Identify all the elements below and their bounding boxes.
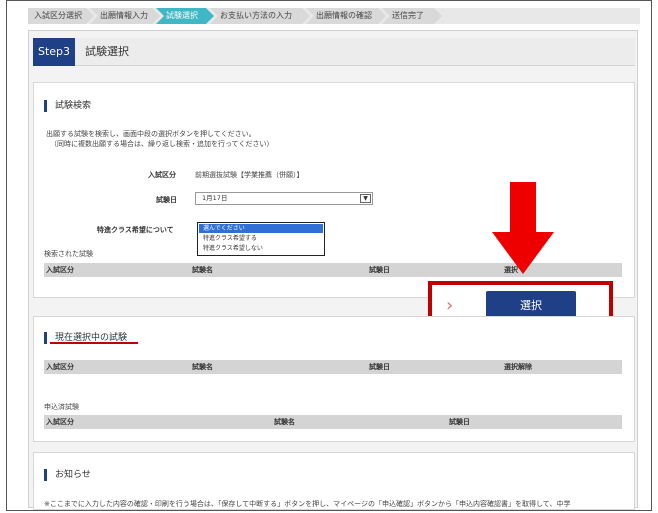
col-exam-name: 試験名 [192, 266, 213, 274]
col-exam-date: 試験日 [449, 418, 470, 426]
special-option-placeholder[interactable]: 選んでください [199, 224, 323, 233]
step-confirm: 出願情報の確認 [306, 8, 386, 24]
col-category: 入試区分 [46, 363, 74, 371]
step-complete: 送信完了 [382, 8, 442, 24]
section-title-search: 試験検索 [44, 100, 91, 112]
progress-steps: 入試区分選択 出願情報入力 試験選択 お支払い方法の入力 出願情報の確認 送信完… [28, 8, 640, 24]
step-category-select: 入試区分選択 [28, 8, 94, 24]
step-badge: Step3 [33, 38, 75, 66]
special-class-select[interactable]: 選んでください 特進クラス希望する 特進クラス希望しない [197, 222, 325, 256]
special-option-yes[interactable]: 特進クラス希望する [199, 234, 323, 243]
special-class-label: 特進クラス希望について [97, 226, 174, 234]
section-title-notice: お知らせ [44, 469, 91, 481]
col-deselect: 選択解除 [504, 363, 532, 371]
col-exam-name: 試験名 [192, 363, 213, 371]
title-underline [50, 342, 138, 344]
results-label: 検索された試験 [44, 250, 93, 258]
col-category: 入試区分 [46, 418, 74, 426]
col-exam-date: 試験日 [369, 266, 390, 274]
search-instruction-2: （同時に複数出願する場合は、繰り返し検索・追加を行ってください） [50, 140, 274, 148]
applied-table-header: 入試区分 試験名 試験日 [44, 415, 622, 429]
applied-label: 申込済試験 [44, 403, 79, 411]
current-table-header: 入試区分 試験名 試験日 選択解除 [44, 360, 622, 374]
date-label: 試験日 [156, 196, 177, 204]
step-application-input: 出願情報入力 [90, 8, 160, 24]
page-title: 試験選択 [85, 45, 129, 58]
search-instruction-1: 出願する試験を検索し、画面中段の選択ボタンを押してください。 [46, 130, 256, 138]
red-arrow-icon [492, 182, 554, 274]
chevron-right-icon: › [446, 295, 454, 316]
col-exam-name: 試験名 [274, 418, 295, 426]
category-label: 入試区分 [148, 171, 176, 179]
notice-text: ※ここまでに入力した内容の確認・印刷を行う場合は、「保存して中断する」ボタンを押… [44, 500, 571, 508]
chevron-down-icon: ▼ [360, 194, 371, 203]
step-exam-select: 試験選択 [156, 8, 214, 24]
special-option-no[interactable]: 特進クラス希望しない [199, 244, 323, 253]
date-select-value: 1月17日 [202, 194, 228, 202]
category-value: 前期選抜試験【学業推薦（併願）】 [195, 171, 304, 179]
step-payment-input: お支払い方法の入力 [210, 8, 310, 24]
col-category: 入試区分 [46, 266, 74, 274]
date-select[interactable]: 1月17日 ▼ [195, 192, 373, 205]
col-exam-date: 試験日 [369, 363, 390, 371]
step-header: Step3 試験選択 [33, 38, 635, 66]
